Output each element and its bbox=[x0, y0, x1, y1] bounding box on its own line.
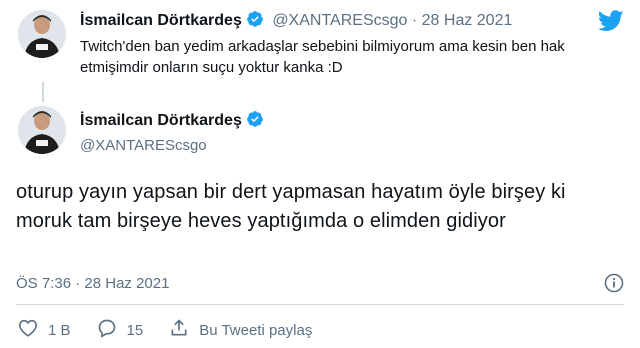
divider bbox=[16, 304, 624, 305]
action-bar: 1 B 15 Bu Tweeti paylaş bbox=[18, 318, 338, 342]
reply-button[interactable]: 15 bbox=[97, 318, 144, 342]
verified-badge-icon bbox=[246, 110, 264, 133]
reply-header: İsmailcan Dörtkardeş @XANTAREScsgo · 28 … bbox=[80, 10, 512, 33]
reply-count: 15 bbox=[126, 321, 144, 339]
like-count: 1 B bbox=[48, 321, 71, 339]
tweet-separator: · bbox=[75, 275, 81, 292]
reply-separator: · bbox=[411, 12, 418, 29]
share-label: Bu Tweeti paylaş bbox=[199, 321, 313, 339]
share-button[interactable]: Bu Tweeti paylaş bbox=[169, 318, 312, 342]
like-button[interactable]: 1 B bbox=[18, 319, 71, 341]
reply-author-name[interactable]: İsmailcan Dörtkardeş bbox=[80, 12, 242, 29]
tweet-author-name[interactable]: İsmailcan Dörtkardeş bbox=[80, 112, 242, 129]
reply-author-avatar[interactable] bbox=[18, 10, 66, 58]
reply-date[interactable]: 28 Haz 2021 bbox=[422, 12, 513, 29]
reply-bubble-icon bbox=[97, 318, 127, 342]
reply-handle[interactable]: @XANTAREScsgo bbox=[272, 12, 407, 29]
share-icon bbox=[169, 318, 199, 342]
tweet-meta: ÖS 7:36 · 28 Haz 2021 bbox=[16, 275, 169, 292]
thread-connector-line bbox=[42, 82, 44, 102]
verified-badge-icon bbox=[246, 10, 264, 33]
reply-text: Twitch'den ban yedim arkadaşlar sebebini… bbox=[80, 38, 565, 76]
heart-icon bbox=[18, 319, 48, 341]
tweet-date[interactable]: 28 Haz 2021 bbox=[84, 275, 169, 292]
tweet-author-avatar[interactable] bbox=[18, 106, 66, 154]
twitter-bird-icon[interactable] bbox=[597, 10, 624, 37]
tweet-author-row: İsmailcan Dörtkardeş bbox=[80, 110, 264, 133]
tweet-handle[interactable]: @XANTAREScsgo bbox=[80, 137, 207, 154]
tweet-text: oturup yayın yapsan bir dert yapmasan ha… bbox=[16, 181, 566, 232]
info-icon[interactable] bbox=[604, 273, 624, 298]
tweet-time[interactable]: ÖS 7:36 bbox=[16, 275, 71, 292]
